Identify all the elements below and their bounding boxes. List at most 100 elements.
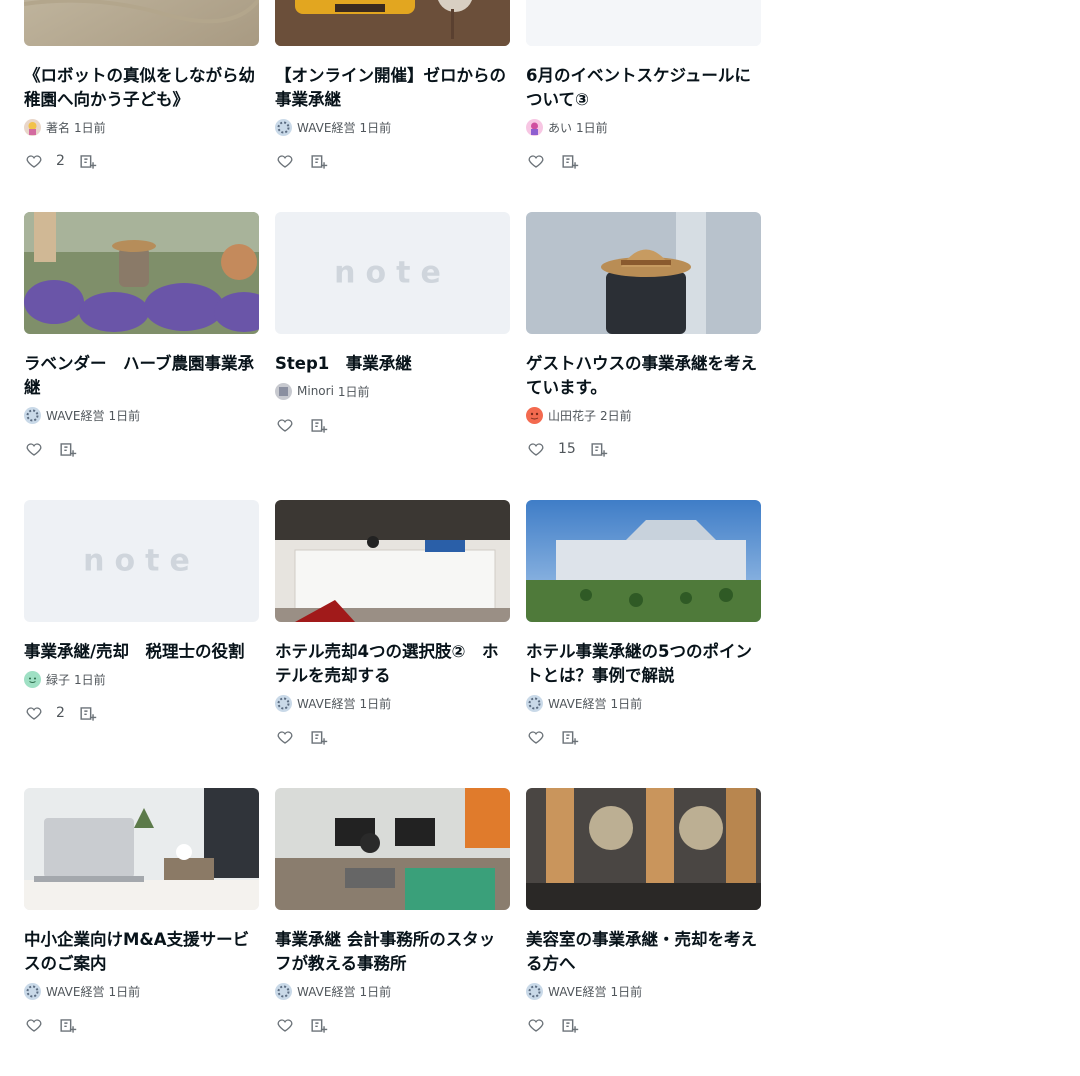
article-meta: 緑子 1日前 [24, 670, 259, 688]
author-avatar[interactable] [24, 118, 41, 136]
article-thumbnail[interactable] [526, 500, 761, 622]
author-name[interactable]: 山田花子 [548, 407, 596, 424]
author-avatar[interactable] [275, 118, 292, 136]
like-heart-icon[interactable] [24, 1015, 44, 1035]
article-actions [24, 438, 259, 460]
article-card[interactable]: ホテル事業承継の5つのポイントとは？事例で解説 WAVE経営 1日前 [526, 500, 761, 748]
article-meta: WAVE経営 1日前 [526, 694, 761, 712]
article-thumbnail[interactable] [275, 788, 510, 910]
post-time: 1日前 [359, 984, 392, 999]
article-card[interactable]: 【オンライン開催】ゼロからの事業承継 WAVE経営 1日前 [275, 0, 510, 172]
article-thumbnail[interactable] [526, 0, 761, 46]
author-name[interactable]: Minori [297, 384, 334, 398]
article-card[interactable]: note Step1 事業承継 Minori 1日前 [275, 212, 510, 460]
article-title[interactable]: 美容室の事業承継・売却を考える方へ [526, 928, 761, 976]
article-title[interactable]: 《ロボットの真似をしながら幼稚園へ向かう子ども》 [24, 64, 259, 112]
add-to-magazine-icon[interactable] [589, 439, 609, 459]
add-to-magazine-icon[interactable] [57, 1015, 77, 1035]
author-name[interactable]: 緑子 [46, 671, 70, 688]
add-to-magazine-icon[interactable] [308, 415, 328, 435]
like-heart-icon[interactable] [24, 439, 44, 459]
like-heart-icon[interactable] [526, 439, 546, 459]
add-to-magazine-icon[interactable] [559, 1015, 579, 1035]
like-heart-icon[interactable] [526, 727, 546, 747]
article-thumbnail[interactable] [24, 212, 259, 334]
article-thumbnail[interactable] [526, 788, 761, 910]
add-to-magazine-icon[interactable] [78, 151, 98, 171]
author-avatar[interactable] [24, 406, 41, 424]
article-title[interactable]: Step1 事業承継 [275, 352, 510, 376]
article-title[interactable]: 【オンライン開催】ゼロからの事業承継 [275, 64, 510, 112]
author-name[interactable]: WAVE経営 [297, 695, 355, 712]
article-thumbnail[interactable] [526, 212, 761, 334]
author-avatar[interactable] [526, 694, 543, 712]
article-card[interactable]: ラベンダー ハーブ農園事業承継 WAVE経営 1日前 [24, 212, 259, 460]
article-actions [275, 726, 510, 748]
article-meta: WAVE経営 1日前 [275, 118, 510, 136]
author-avatar[interactable] [526, 406, 543, 424]
note-placeholder-logo: note [334, 255, 451, 291]
article-card[interactable]: 美容室の事業承継・売却を考える方へ WAVE経営 1日前 [526, 788, 761, 1036]
like-count: 15 [558, 441, 576, 457]
add-to-magazine-icon[interactable] [57, 439, 77, 459]
like-heart-icon[interactable] [526, 1015, 546, 1035]
article-thumbnail[interactable] [24, 0, 259, 46]
add-to-magazine-icon[interactable] [308, 727, 328, 747]
article-title[interactable]: 事業承継 会計事務所のスタッフが教える事務所 [275, 928, 510, 976]
author-avatar[interactable] [526, 982, 543, 1000]
like-heart-icon[interactable] [275, 1015, 295, 1035]
add-to-magazine-icon[interactable] [308, 1015, 328, 1035]
like-heart-icon[interactable] [275, 727, 295, 747]
article-card[interactable]: 《ロボットの真似をしながら幼稚園へ向かう子ども》 著名 1日前 2 [24, 0, 259, 172]
article-title[interactable]: ホテル事業承継の5つのポイントとは？事例で解説 [526, 640, 761, 688]
add-to-magazine-icon[interactable] [78, 703, 98, 723]
article-card[interactable]: ホテル売却4つの選択肢② ホテルを売却する WAVE経営 1日前 [275, 500, 510, 748]
author-name[interactable]: WAVE経営 [297, 983, 355, 1000]
author-avatar[interactable] [275, 982, 292, 1000]
article-thumbnail[interactable] [24, 788, 259, 910]
article-card[interactable]: 中小企業向けM&A支援サービスのご案内 WAVE経営 1日前 [24, 788, 259, 1036]
author-name[interactable]: WAVE経営 [548, 695, 606, 712]
article-actions: 15 [526, 438, 761, 460]
post-time: 1日前 [108, 984, 141, 999]
author-avatar[interactable] [526, 118, 543, 136]
author-avatar[interactable] [24, 670, 41, 688]
like-heart-icon[interactable] [24, 703, 44, 723]
article-card[interactable]: note 事業承継/売却 税理士の役割 緑子 1日前 2 [24, 500, 259, 748]
author-name[interactable]: あい [548, 119, 572, 136]
article-thumbnail[interactable]: note [275, 212, 510, 334]
like-heart-icon[interactable] [275, 151, 295, 171]
article-actions: 2 [24, 150, 259, 172]
article-card[interactable]: 事業承継 会計事務所のスタッフが教える事務所 WAVE経営 1日前 [275, 788, 510, 1036]
article-title[interactable]: 6月のイベントスケジュールについて③ [526, 64, 761, 112]
article-meta: あい 1日前 [526, 118, 761, 136]
post-time: 1日前 [74, 672, 106, 687]
article-title[interactable]: ホテル売却4つの選択肢② ホテルを売却する [275, 640, 510, 688]
like-heart-icon[interactable] [275, 415, 295, 435]
add-to-magazine-icon[interactable] [308, 151, 328, 171]
article-meta: WAVE経営 1日前 [526, 982, 761, 1000]
author-name[interactable]: WAVE経営 [46, 407, 104, 424]
author-avatar[interactable] [275, 382, 292, 400]
article-card[interactable]: 6月のイベントスケジュールについて③ あい 1日前 [526, 0, 761, 172]
add-to-magazine-icon[interactable] [559, 727, 579, 747]
article-card[interactable]: ゲストハウスの事業承継を考えています。 山田花子 2日前 15 [526, 212, 761, 460]
author-avatar[interactable] [24, 982, 41, 1000]
article-title[interactable]: 中小企業向けM&A支援サービスのご案内 [24, 928, 259, 976]
article-title[interactable]: ゲストハウスの事業承継を考えています。 [526, 352, 761, 400]
article-title[interactable]: 事業承継/売却 税理士の役割 [24, 640, 259, 664]
author-name[interactable]: WAVE経営 [548, 983, 606, 1000]
article-thumbnail[interactable] [275, 0, 510, 46]
article-actions [275, 150, 510, 172]
like-heart-icon[interactable] [526, 151, 546, 171]
article-grid: 《ロボットの真似をしながら幼稚園へ向かう子ども》 著名 1日前 2 【オンライン… [24, 0, 761, 1076]
article-thumbnail[interactable] [275, 500, 510, 622]
article-title[interactable]: ラベンダー ハーブ農園事業承継 [24, 352, 259, 400]
author-name[interactable]: WAVE経営 [46, 983, 104, 1000]
like-heart-icon[interactable] [24, 151, 44, 171]
add-to-magazine-icon[interactable] [559, 151, 579, 171]
author-avatar[interactable] [275, 694, 292, 712]
author-name[interactable]: WAVE経営 [297, 119, 355, 136]
author-name[interactable]: 著名 [46, 119, 70, 136]
article-thumbnail[interactable]: note [24, 500, 259, 622]
